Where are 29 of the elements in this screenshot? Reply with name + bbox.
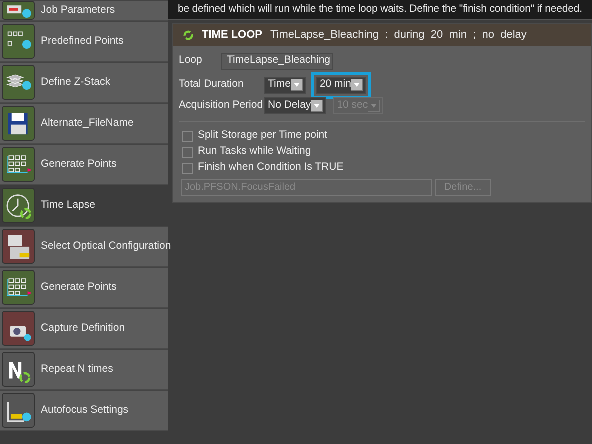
sidebar-item[interactable]: Select Optical Configuration [0, 226, 168, 267]
sidebar-item[interactable]: Autofocus Settings [0, 390, 168, 431]
loop-name-field[interactable]: TimeLapse_Bleaching [221, 52, 333, 70]
caret-icon [368, 100, 380, 112]
caret-icon [311, 100, 324, 112]
panel-summary: TimeLapse_Bleaching : during 20 min ; no delay [270, 28, 527, 43]
checkbox[interactable] [182, 146, 193, 158]
caret-icon [351, 79, 364, 91]
field-label: Loop [179, 53, 204, 68]
dropdown[interactable]: Time [264, 76, 306, 94]
sidebar-item[interactable]: Predefined Points [0, 21, 168, 62]
panel-title: TIME LOOP [202, 28, 262, 43]
checkbox[interactable] [182, 162, 193, 174]
checkbox-label: Split Storage per Time point [198, 128, 328, 144]
refresh-icon [183, 30, 194, 40]
dropdown[interactable]: 20 min [316, 76, 366, 94]
sidebar-item[interactable]: Generate Points [0, 144, 168, 185]
checkbox[interactable] [182, 130, 193, 142]
sidebar-item[interactable]: Alternate_FileName [0, 103, 168, 144]
field-label: Total Duration [179, 77, 245, 92]
description-text: be defined which will run while the time loop waits. Define the "finish condition" if needed. [178, 3, 582, 15]
sidebar-item[interactable]: Repeat N times [0, 349, 168, 390]
sidebar-item[interactable]: Generate Points [0, 267, 168, 308]
sidebar-item[interactable]: Capture Definition [0, 308, 168, 349]
checkbox-label: Finish when Condition Is TRUE [198, 160, 344, 176]
sidebar-item[interactable]: Job Parameters [0, 0, 168, 21]
caret-icon [290, 79, 303, 91]
sidebar-item[interactable]: Define Z-Stack [0, 62, 168, 103]
checkbox-label: Run Tasks while Waiting [198, 144, 312, 160]
